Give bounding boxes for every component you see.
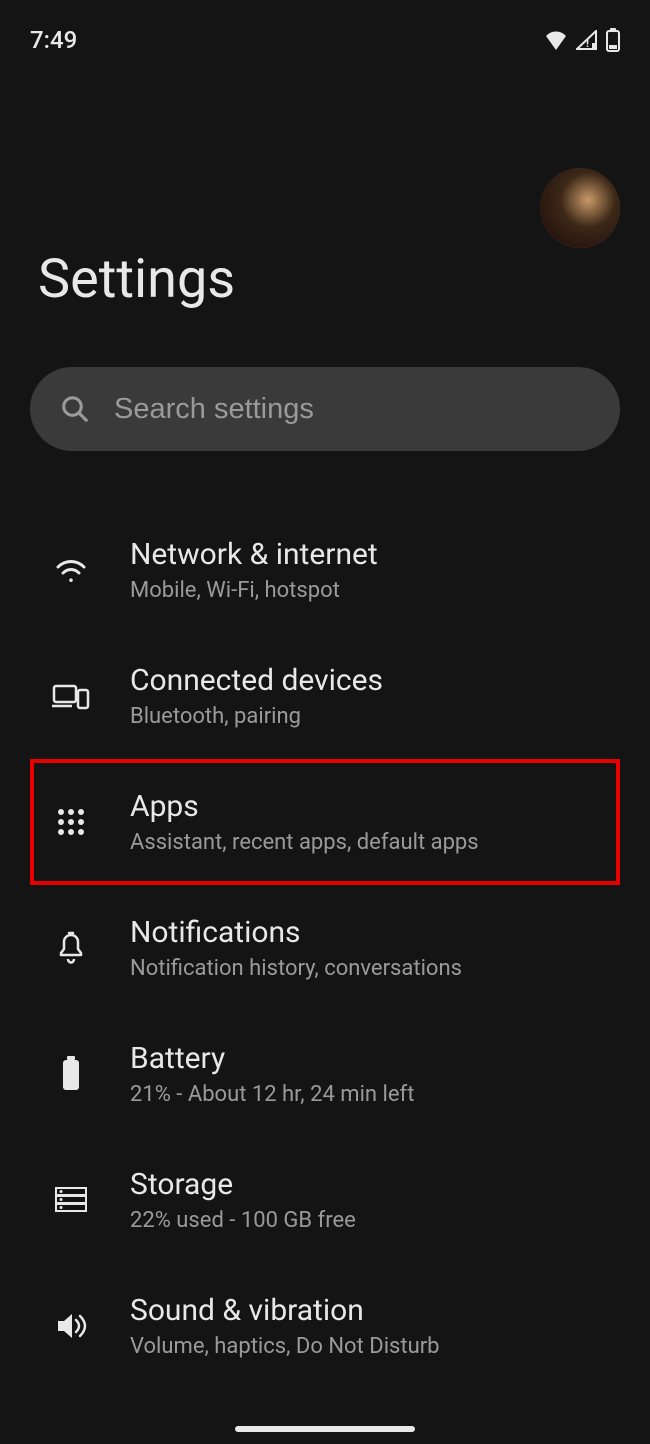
battery-status-icon <box>606 28 620 52</box>
item-title: Sound & vibration <box>130 1293 440 1328</box>
page-title: Settings <box>38 248 612 311</box>
settings-item-notifications[interactable]: Notifications Notification history, conv… <box>0 885 650 1011</box>
item-subtitle: Notification history, conversations <box>130 956 462 981</box>
status-time: 7:49 <box>30 26 77 54</box>
item-title: Apps <box>130 789 479 824</box>
avatar[interactable] <box>540 168 620 248</box>
battery-icon <box>52 1055 90 1093</box>
item-subtitle: 22% used - 100 GB free <box>130 1208 356 1233</box>
item-subtitle: Volume, haptics, Do Not Disturb <box>130 1334 440 1359</box>
settings-list: Network & internet Mobile, Wi-Fi, hotspo… <box>0 507 650 1389</box>
header-area: Settings <box>0 60 650 311</box>
settings-item-network[interactable]: Network & internet Mobile, Wi-Fi, hotspo… <box>0 507 650 633</box>
item-title: Notifications <box>130 915 462 950</box>
wifi-status-icon <box>544 30 568 50</box>
bell-icon <box>52 929 90 967</box>
sound-icon <box>52 1307 90 1345</box>
settings-item-storage[interactable]: Storage 22% used - 100 GB free <box>0 1137 650 1263</box>
nav-indicator[interactable] <box>235 1426 415 1432</box>
settings-item-apps[interactable]: Apps Assistant, recent apps, default app… <box>30 759 620 885</box>
search-bar[interactable] <box>30 367 620 451</box>
settings-item-connected-devices[interactable]: Connected devices Bluetooth, pairing <box>0 633 650 759</box>
settings-item-sound[interactable]: Sound & vibration Volume, haptics, Do No… <box>0 1263 650 1389</box>
item-title: Storage <box>130 1167 356 1202</box>
item-subtitle: Bluetooth, pairing <box>130 704 383 729</box>
item-subtitle: Mobile, Wi-Fi, hotspot <box>130 578 378 603</box>
item-subtitle: 21% - About 12 hr, 24 min left <box>130 1082 414 1107</box>
item-title: Battery <box>130 1041 414 1076</box>
svg-text:!: ! <box>586 37 589 50</box>
wifi-icon <box>52 551 90 589</box>
item-subtitle: Assistant, recent apps, default apps <box>130 830 479 855</box>
item-title: Connected devices <box>130 663 383 698</box>
apps-icon <box>52 803 90 841</box>
signal-status-icon: ! <box>576 30 598 50</box>
settings-item-battery[interactable]: Battery 21% - About 12 hr, 24 min left <box>0 1011 650 1137</box>
search-icon <box>60 394 90 424</box>
status-icons: ! <box>544 28 620 52</box>
storage-icon <box>52 1181 90 1219</box>
status-bar: 7:49 ! <box>0 0 650 60</box>
item-title: Network & internet <box>130 537 378 572</box>
search-input[interactable] <box>114 393 590 426</box>
devices-icon <box>52 677 90 715</box>
